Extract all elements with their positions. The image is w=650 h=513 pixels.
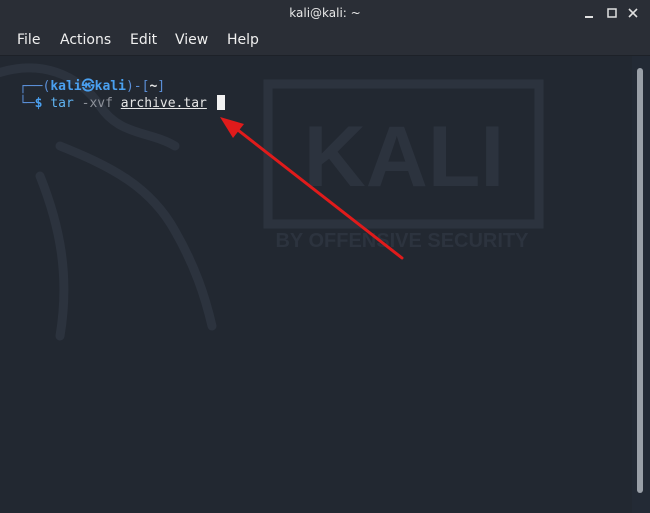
window-title: kali@kali: ~ [289,6,361,20]
prompt-corner-bottom: └─ [19,96,35,111]
title-bar[interactable]: kali@kali: ~ [0,0,650,27]
prompt-corner-top: ┌──( [19,79,51,94]
command-text: tar [50,96,74,111]
command-argument: archive.tar [120,96,207,111]
scrollbar-thumb[interactable] [637,68,643,493]
close-button[interactable] [624,4,642,22]
terminal-window: kali@kali: ~ File Actions Edit View Help [0,0,650,513]
terminal-area[interactable]: KALI BY OFFENSIVE SECURITY ┌──(kali㉿kali… [0,56,632,513]
menu-actions[interactable]: Actions [60,32,111,48]
prompt-user: kali [50,79,82,94]
menu-edit[interactable]: Edit [130,32,157,48]
prompt-at-symbol: ㉿ [81,79,95,94]
close-icon [628,8,638,18]
text-cursor [216,95,225,110]
prompt-line-1: ┌──(kali㉿kali)-[~] [19,79,165,95]
prompt-symbol: $ [34,96,43,111]
prompt-line-2: └─$ tar -xvf archive.tar [19,95,225,112]
command-options: -xvf [81,96,113,111]
menu-help[interactable]: Help [227,32,259,48]
minimize-icon [585,16,593,18]
maximize-icon [607,8,617,18]
menu-bar: File Actions Edit View Help [0,27,650,56]
prompt-host: kali [94,79,126,94]
prompt-mid: )-[ [125,79,150,94]
maximize-button[interactable] [603,4,621,22]
scrollbar[interactable] [632,56,650,513]
prompt-end: ] [157,79,166,94]
kali-watermark: KALI BY OFFENSIVE SECURITY [0,63,544,341]
menu-view[interactable]: View [175,32,208,48]
kali-logo-text: KALI [304,109,505,205]
minimize-button[interactable] [580,4,598,22]
menu-file[interactable]: File [17,32,40,48]
kali-tagline: BY OFFENSIVE SECURITY [275,230,529,252]
